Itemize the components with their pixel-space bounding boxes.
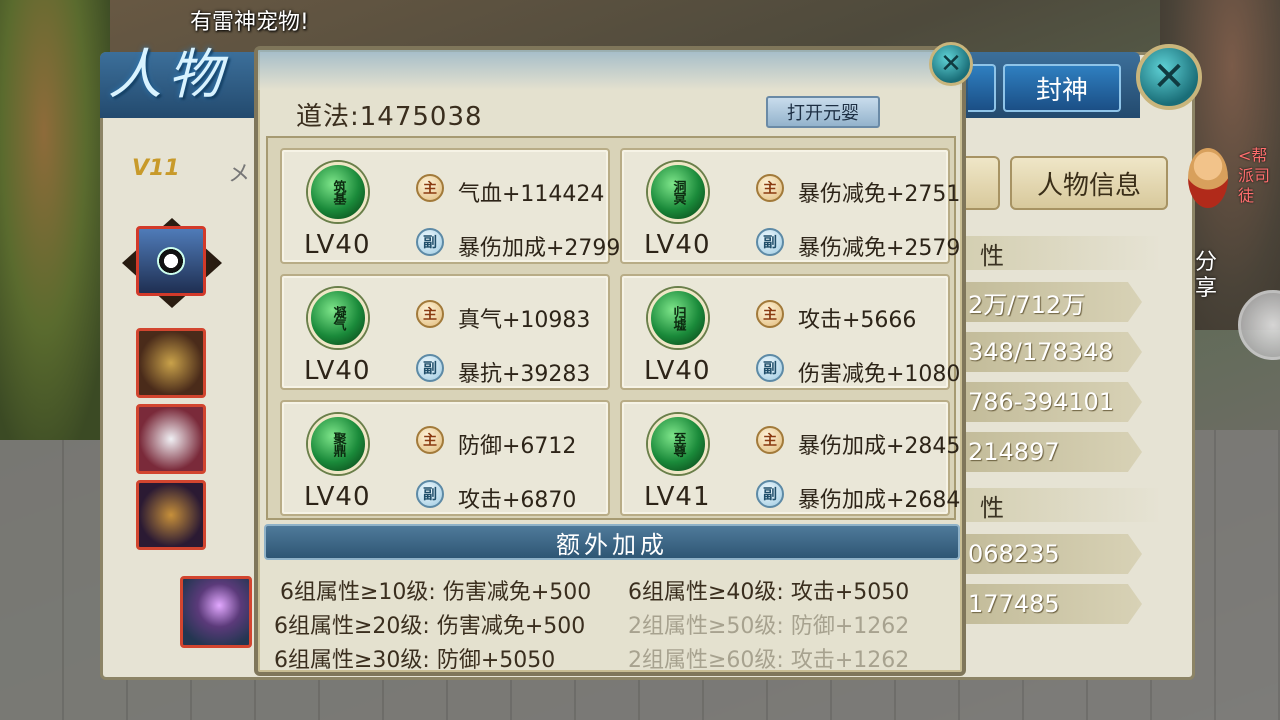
bonus-row: 6组属性≥40级: 攻击+5050 xyxy=(628,580,910,605)
stat-row: 2万/712万 xyxy=(966,282,1142,322)
sub-attr: 暴伤加成+2684 xyxy=(798,488,961,513)
monkey-mascot-icon[interactable] xyxy=(1188,148,1228,208)
close-window-button[interactable]: ✕ xyxy=(1136,44,1202,110)
cards-area: 筑基 LV40 主 气血+114424 副 暴伤加成+2799 洞冥 LV40 … xyxy=(266,136,960,520)
sub-attr: 攻击+6870 xyxy=(458,488,577,513)
close-popup-button[interactable]: ✕ xyxy=(929,42,973,86)
stat-row: 348/178348 xyxy=(966,332,1142,372)
daofa-card[interactable]: 归墟 LV40 主 攻击+5666 副 伤害减免+1080 xyxy=(620,274,960,390)
close-icon: ✕ xyxy=(940,49,962,79)
daofa-card[interactable]: 洞冥 LV40 主 暴伤减免+2751 副 暴伤减免+2579 xyxy=(620,148,960,264)
daofa-card[interactable]: 凝气 LV40 主 真气+10983 副 暴抗+39283 xyxy=(280,274,610,390)
sub-attr-badge: 副 xyxy=(756,354,784,382)
vip-level: V11 xyxy=(132,156,180,181)
extra-bonus-header: 额外加成 xyxy=(264,524,960,560)
orb-icon: 凝气 xyxy=(308,288,368,348)
main-attr-badge: 主 xyxy=(416,174,444,202)
card-level: LV40 xyxy=(304,482,371,512)
sub-attr: 暴抗+39283 xyxy=(458,362,591,387)
bonus-row: 6组属性≥30级: 防御+5050 xyxy=(274,648,556,673)
stat-row: 214897 xyxy=(966,432,1142,472)
daofa-total: 道法:1475038 xyxy=(296,96,483,133)
avatar[interactable] xyxy=(136,226,206,296)
sub-attr-badge: 副 xyxy=(416,480,444,508)
bonus-row: 6组属性≥10级: 伤害减免+500 xyxy=(280,580,592,605)
sub-attr: 伤害减免+1080 xyxy=(798,362,961,387)
open-yuanying-button[interactable]: 打开元婴 xyxy=(766,96,880,128)
card-level: LV40 xyxy=(644,230,711,260)
daofa-card[interactable]: 聚鼎 LV40 主 防御+6712 副 攻击+6870 xyxy=(280,400,610,516)
equip-slot-ring[interactable] xyxy=(180,576,252,648)
card-level: LV40 xyxy=(644,356,711,386)
main-attr: 攻击+5666 xyxy=(798,308,917,333)
daofa-value: 1475038 xyxy=(359,102,483,132)
equip-slot-weapon[interactable] xyxy=(136,328,206,398)
stat-row: 177485 xyxy=(966,584,1142,624)
main-attr: 暴伤加成+2845 xyxy=(798,434,961,459)
stat-row: 068235 xyxy=(966,534,1142,574)
sub-attr-badge: 副 xyxy=(416,354,444,382)
daofa-card[interactable]: 至尊 LV41 主 暴伤加成+2845 副 暴伤加成+2684 xyxy=(620,400,960,516)
main-attr-badge: 主 xyxy=(756,300,784,328)
stat-row: 786-394101 xyxy=(966,382,1142,422)
orb-icon: 洞冥 xyxy=(648,162,708,222)
section-header-basic: 性 xyxy=(966,236,1162,270)
sub-attr-badge: 副 xyxy=(416,228,444,256)
bonus-row-inactive: 2组属性≥60级: 攻击+1262 xyxy=(628,648,910,673)
orb-icon: 聚鼎 xyxy=(308,414,368,474)
sub-attr-badge: 副 xyxy=(756,228,784,256)
main-attr: 防御+6712 xyxy=(458,434,577,459)
main-attr: 气血+114424 xyxy=(458,182,605,207)
main-attr-badge: 主 xyxy=(756,426,784,454)
card-level: LV41 xyxy=(644,482,711,512)
orb-icon: 至尊 xyxy=(648,414,708,474)
bonus-row-inactive: 2组属性≥50级: 防御+1262 xyxy=(628,614,910,639)
bonus-row: 6组属性≥20级: 伤害减免+500 xyxy=(274,614,586,639)
background-tree xyxy=(0,0,110,440)
main-attr: 暴伤减免+2751 xyxy=(798,182,961,207)
share-button[interactable]: 分享 xyxy=(1190,250,1222,302)
main-attr: 真气+10983 xyxy=(458,308,591,333)
daofa-card[interactable]: 筑基 LV40 主 气血+114424 副 暴伤加成+2799 xyxy=(280,148,620,264)
sub-attr-badge: 副 xyxy=(756,480,784,508)
tab-previous[interactable] xyxy=(966,156,1000,210)
main-attr-badge: 主 xyxy=(416,300,444,328)
main-attr-badge: 主 xyxy=(416,426,444,454)
tab-fengshen[interactable]: 封神 xyxy=(1003,64,1121,112)
main-attr-badge: 主 xyxy=(756,174,784,202)
orb-icon: 筑基 xyxy=(308,162,368,222)
card-level: LV40 xyxy=(304,356,371,386)
sub-attr: 暴伤加成+2799 xyxy=(458,236,621,261)
guild-notice[interactable]: <帮派司徒 xyxy=(1238,146,1280,206)
taiji-icon xyxy=(157,247,185,275)
popup-header xyxy=(258,50,962,90)
card-level: LV40 xyxy=(304,230,371,260)
close-icon: ✕ xyxy=(1152,54,1186,100)
window-title: 人物 xyxy=(108,43,228,106)
tab-hidden[interactable] xyxy=(968,64,996,112)
equip-slot-boots[interactable] xyxy=(136,480,206,550)
equip-slot-armor[interactable] xyxy=(136,404,206,474)
daofa-label: 道法: xyxy=(296,102,360,132)
orb-icon: 归墟 xyxy=(648,288,708,348)
sub-attr: 暴伤减免+2579 xyxy=(798,236,961,261)
section-header-advanced: 性 xyxy=(966,488,1162,522)
tab-character-info[interactable]: 人物信息 xyxy=(1010,156,1168,210)
player-name: メ xyxy=(228,162,251,187)
